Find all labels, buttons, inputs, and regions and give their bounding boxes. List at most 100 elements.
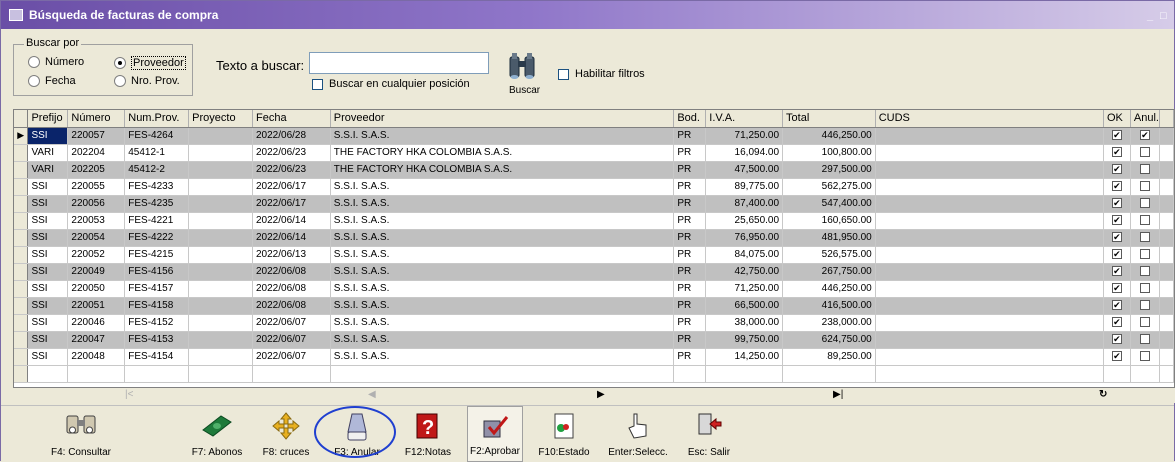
cell-cuds[interactable] xyxy=(875,178,1104,196)
anul-checkbox[interactable] xyxy=(1139,249,1150,260)
crosses-button[interactable]: F8: cruces xyxy=(256,406,316,462)
radio-nro-prov[interactable]: Nro. Prov. xyxy=(114,75,180,87)
cell-proyecto[interactable] xyxy=(188,229,253,247)
cell-prefijo[interactable]: SSI xyxy=(27,348,69,366)
cell-proyecto[interactable] xyxy=(188,212,253,230)
cell-numero[interactable]: 202204 xyxy=(67,144,126,162)
cell-prefijo[interactable]: SSI xyxy=(27,212,69,230)
cell-numprov[interactable]: FES-4153 xyxy=(124,331,190,349)
column-header[interactable]: Prefijo xyxy=(27,110,69,128)
column-header[interactable]: Número xyxy=(67,110,126,128)
cell-total[interactable]: 100,800.00 xyxy=(782,144,876,162)
cell-anul[interactable]: ✔ xyxy=(1130,127,1160,145)
cell-cuds[interactable] xyxy=(875,161,1104,179)
ok-checkbox[interactable]: ✔ xyxy=(1111,232,1122,243)
cell-ok[interactable]: ✔ xyxy=(1103,212,1131,230)
next-record-icon[interactable]: ▶ xyxy=(597,389,605,400)
cell-numero[interactable]: 220046 xyxy=(67,314,126,332)
cell-proveedor[interactable]: S.S.I. S.A.S. xyxy=(330,195,675,213)
cell-fecha[interactable]: 2022/06/07 xyxy=(252,314,331,332)
cell-numero[interactable]: 220051 xyxy=(67,297,126,315)
cell-numprov[interactable]: FES-4235 xyxy=(124,195,190,213)
cell-numero[interactable]: 220054 xyxy=(67,229,126,247)
cell-numero[interactable]: 220048 xyxy=(67,348,126,366)
cell-bod[interactable]: PR xyxy=(673,195,707,213)
cell-anul[interactable] xyxy=(1130,144,1160,162)
cell-numprov[interactable]: FES-4221 xyxy=(124,212,190,230)
cell-total[interactable]: 238,000.00 xyxy=(782,314,876,332)
cell-numprov[interactable]: FES-4233 xyxy=(124,178,190,196)
exit-button[interactable]: Esc: Salir xyxy=(681,406,737,462)
cell-prefijo[interactable]: SSI xyxy=(27,246,69,264)
column-header[interactable]: Fecha xyxy=(252,110,331,128)
ok-checkbox[interactable]: ✔ xyxy=(1111,164,1122,175)
cell-numprov[interactable]: FES-4152 xyxy=(124,314,190,332)
cell-ok[interactable]: ✔ xyxy=(1103,229,1131,247)
previous-record-icon[interactable]: ◀ xyxy=(368,389,376,400)
cell-iva[interactable]: 99,750.00 xyxy=(705,331,784,349)
cell-total[interactable]: 267,750.00 xyxy=(782,263,876,281)
anul-checkbox[interactable] xyxy=(1139,334,1150,345)
cell-numprov[interactable]: FES-4215 xyxy=(124,246,190,264)
cell-anul[interactable] xyxy=(1130,246,1160,264)
cell-fecha[interactable]: 2022/06/08 xyxy=(252,263,331,281)
cell-total[interactable]: 446,250.00 xyxy=(782,280,876,298)
cell-numero[interactable]: 220053 xyxy=(67,212,126,230)
ok-checkbox[interactable]: ✔ xyxy=(1111,317,1122,328)
cell-numero[interactable]: 220056 xyxy=(67,195,126,213)
cell-ok[interactable]: ✔ xyxy=(1103,297,1131,315)
cell-numero[interactable]: 220050 xyxy=(67,280,126,298)
table-row[interactable]: SSI 220050 FES-4157 2022/06/08 S.S.I. S.A.S.… xyxy=(14,280,1174,298)
table-row[interactable]: SSI 220049 FES-4156 2022/06/08 S.S.I. S.A.S.… xyxy=(14,263,1174,281)
status-button[interactable]: F10:Estado xyxy=(534,406,594,462)
cell-proveedor[interactable]: S.S.I. S.A.S. xyxy=(330,212,675,230)
cell-iva[interactable]: 66,500.00 xyxy=(705,297,784,315)
cell-iva[interactable]: 84,075.00 xyxy=(705,246,784,264)
cell-proveedor[interactable]: S.S.I. S.A.S. xyxy=(330,263,675,281)
column-header[interactable]: Proyecto xyxy=(188,110,253,128)
search-button[interactable]: Buscar xyxy=(501,49,543,97)
cell-cuds[interactable] xyxy=(875,331,1104,349)
cell-numero[interactable]: 220057 xyxy=(67,127,126,145)
column-header[interactable]: CUDS xyxy=(875,110,1104,128)
cell-fecha[interactable]: 2022/06/14 xyxy=(252,212,331,230)
enable-filters-checkbox[interactable]: Habilitar filtros xyxy=(558,68,645,80)
table-row[interactable]: SSI 220047 FES-4153 2022/06/07 S.S.I. S.A.S.… xyxy=(14,331,1174,349)
cell-cuds[interactable] xyxy=(875,127,1104,145)
cell-fecha[interactable]: 2022/06/08 xyxy=(252,297,331,315)
column-header[interactable]: Total xyxy=(782,110,876,128)
cell-bod[interactable]: PR xyxy=(673,212,707,230)
column-header[interactable]: Proveedor xyxy=(330,110,675,128)
cell-proveedor[interactable]: S.S.I. S.A.S. xyxy=(330,229,675,247)
cell-bod[interactable]: PR xyxy=(673,229,707,247)
table-row[interactable]: SSI 220052 FES-4215 2022/06/13 S.S.I. S.A.S.… xyxy=(14,246,1174,264)
cell-iva[interactable]: 89,775.00 xyxy=(705,178,784,196)
cell-proveedor[interactable]: S.S.I. S.A.S. xyxy=(330,280,675,298)
anul-checkbox[interactable]: ✔ xyxy=(1139,130,1150,141)
cell-prefijo[interactable]: SSI xyxy=(27,297,69,315)
cell-bod[interactable]: PR xyxy=(673,263,707,281)
table-row[interactable]: SSI 220054 FES-4222 2022/06/14 S.S.I. S.A.S.… xyxy=(14,229,1174,247)
cell-proyecto[interactable] xyxy=(188,297,253,315)
cell-proyecto[interactable] xyxy=(188,331,253,349)
cell-ok[interactable]: ✔ xyxy=(1103,144,1131,162)
column-header[interactable]: OK xyxy=(1103,110,1131,128)
cell-ok[interactable]: ✔ xyxy=(1103,314,1131,332)
notes-button[interactable]: ? F12:Notas xyxy=(398,406,458,462)
cell-bod[interactable]: PR xyxy=(673,331,707,349)
ok-checkbox[interactable]: ✔ xyxy=(1111,300,1122,311)
any-position-checkbox[interactable]: Buscar en cualquier posición xyxy=(312,78,470,90)
cell-iva[interactable]: 87,400.00 xyxy=(705,195,784,213)
cell-anul[interactable] xyxy=(1130,212,1160,230)
cell-bod[interactable]: PR xyxy=(673,246,707,264)
ok-checkbox[interactable]: ✔ xyxy=(1111,351,1122,362)
cell-ok[interactable]: ✔ xyxy=(1103,263,1131,281)
cell-anul[interactable] xyxy=(1130,314,1160,332)
cell-proyecto[interactable] xyxy=(188,348,253,366)
cell-fecha[interactable]: 2022/06/14 xyxy=(252,229,331,247)
invoice-grid[interactable]: Prefijo Número Num.Prov. Proyecto Fecha … xyxy=(13,109,1175,388)
cell-iva[interactable]: 47,500.00 xyxy=(705,161,784,179)
cell-prefijo[interactable]: VARI xyxy=(27,144,69,162)
cell-proyecto[interactable] xyxy=(188,195,253,213)
cell-ok[interactable]: ✔ xyxy=(1103,195,1131,213)
